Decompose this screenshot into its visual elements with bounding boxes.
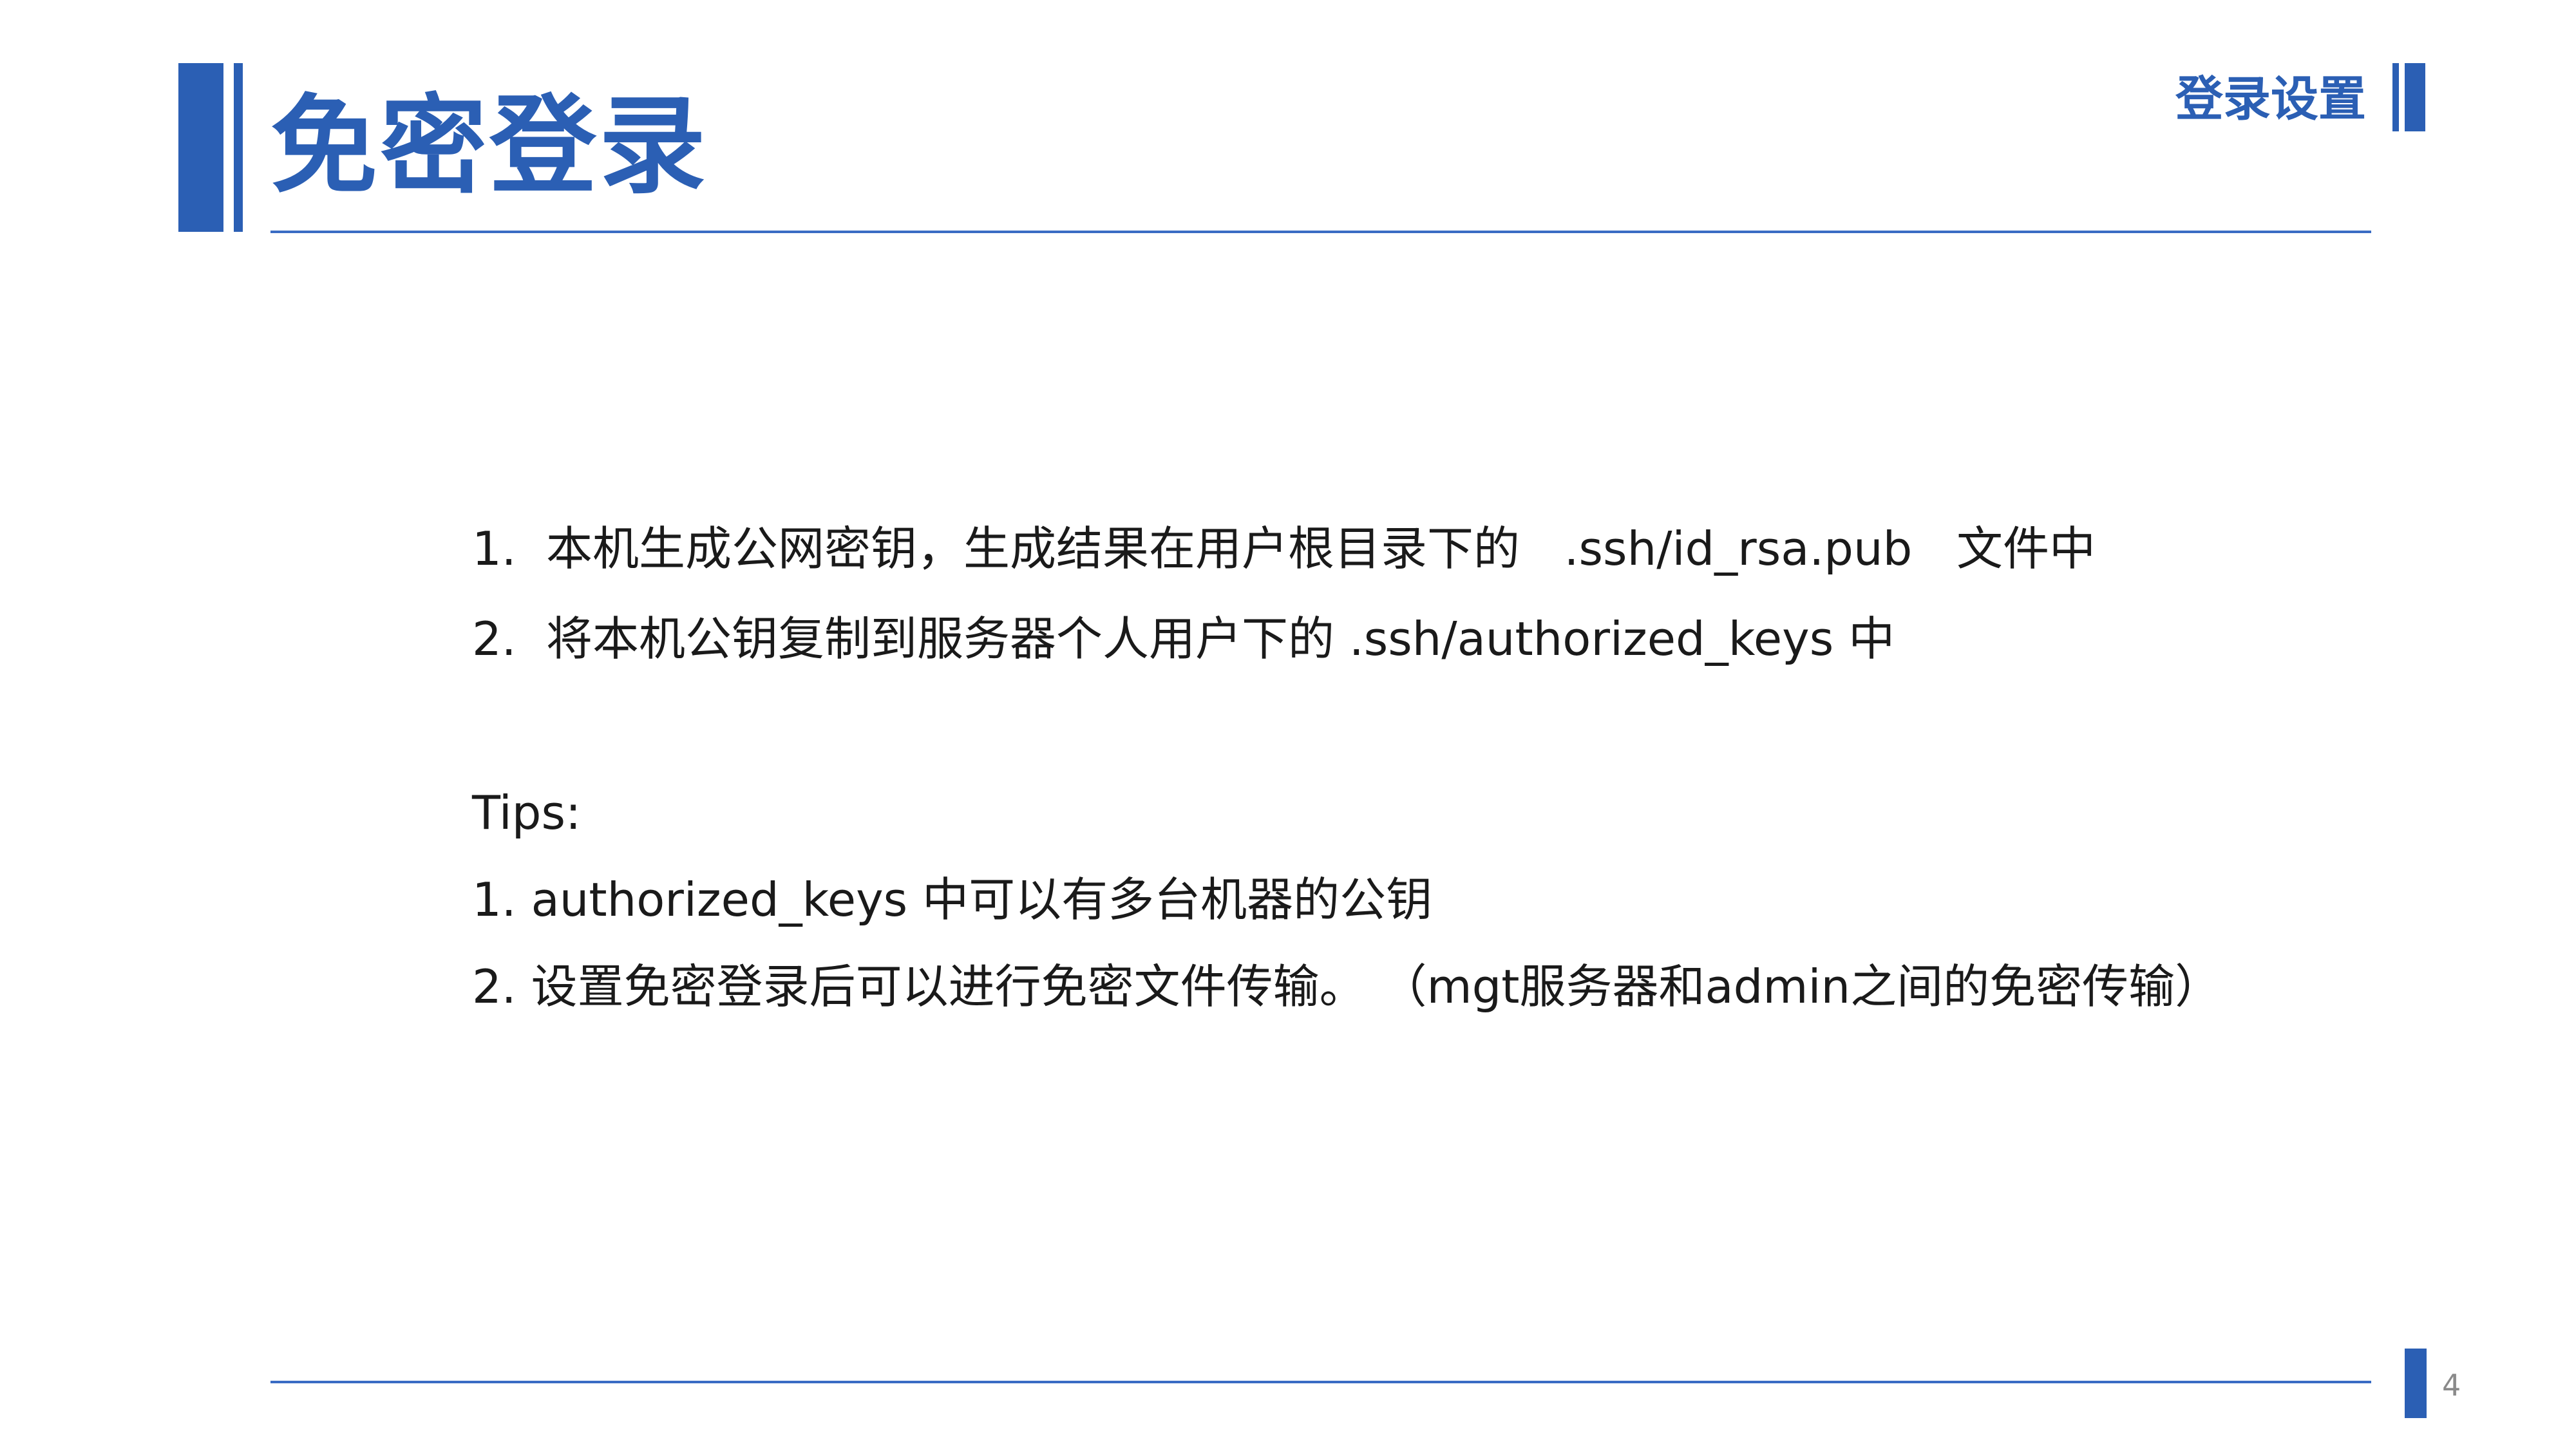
page-title: 免密登录 xyxy=(270,84,708,209)
footer-divider xyxy=(270,1381,2371,1383)
section-accent-bar-thick xyxy=(2405,63,2425,131)
header-divider xyxy=(270,231,2371,233)
step-item: 2. 将本机公钥复制到服务器个人用户下的 .ssh/authorized_keys… xyxy=(472,607,1895,671)
step-number: 1. xyxy=(472,522,516,576)
section-label: 登录设置 xyxy=(2175,71,2366,127)
step-item: 1. 本机生成公网密钥，生成结果在用户根目录下的 .ssh/id_rsa.pub … xyxy=(472,516,2096,581)
tip-item: 1. authorized_keys 中可以有多台机器的公钥 xyxy=(472,873,1433,927)
section-accent-bar-thin xyxy=(2392,63,2399,131)
tips-heading: Tips: xyxy=(472,786,582,840)
page-number-accent-bar xyxy=(2405,1349,2427,1418)
title-accent-bar-thick xyxy=(178,63,223,232)
title-accent-bar-thin xyxy=(234,63,243,232)
step-number: 2. xyxy=(472,612,516,666)
page-number: 4 xyxy=(2442,1368,2461,1403)
step-text: 将本机公钥复制到服务器个人用户下的 .ssh/authorized_keys 中 xyxy=(546,612,1895,666)
tip-item: 2. 设置免密登录后可以进行免密文件传输。 （mgt服务器和admin之间的免密… xyxy=(472,960,2222,1014)
step-text: 本机生成公网密钥，生成结果在用户根目录下的 .ssh/id_rsa.pub 文件… xyxy=(546,522,2096,576)
